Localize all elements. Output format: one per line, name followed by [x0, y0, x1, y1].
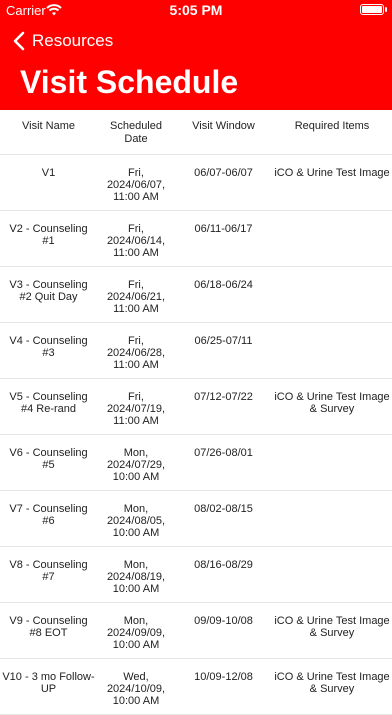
- scheduled-date-cell: Mon, 2024/07/29, 10:00 AM: [97, 434, 175, 491]
- table-row: V9 - Counseling #8 EOT Mon, 2024/09/09, …: [0, 602, 392, 659]
- required-items-cell: iCO & Urine Test Image: [272, 154, 392, 211]
- visit-window-cell: 08/16-08/29: [175, 546, 272, 603]
- visit-window-cell: 08/02-08/15: [175, 490, 272, 547]
- visit-name-cell: V8 - Counseling #7: [0, 546, 97, 603]
- battery-icon: [360, 4, 387, 15]
- visit-schedule-table: Visit Name Scheduled Date Visit Window R…: [0, 110, 392, 715]
- status-time: 5:05 PM: [169, 2, 223, 18]
- table-header-row: Visit Name Scheduled Date Visit Window R…: [0, 110, 392, 155]
- visit-name-cell: V2 - Counseling #1: [0, 210, 97, 267]
- table-row: V3 - Counseling #2 Quit Day Fri, 2024/06…: [0, 266, 392, 323]
- visit-window-cell: 10/09-12/08: [175, 658, 272, 715]
- scheduled-date-cell: Fri, 2024/06/28, 11:00 AM: [97, 322, 175, 379]
- scheduled-date-cell: Mon, 2024/09/09, 10:00 AM: [97, 602, 175, 659]
- column-header-scheduled-date: Scheduled Date: [97, 110, 175, 155]
- visit-name-cell: V3 - Counseling #2 Quit Day: [0, 266, 97, 323]
- table-row: V2 - Counseling #1 Fri, 2024/06/14, 11:0…: [0, 210, 392, 267]
- visit-name-cell: V6 - Counseling #5: [0, 434, 97, 491]
- visit-name-cell: V4 - Counseling #3: [0, 322, 97, 379]
- visit-name-cell: V9 - Counseling #8 EOT: [0, 602, 97, 659]
- required-items-cell: iCO & Urine Test Image & Survey: [272, 602, 392, 659]
- scheduled-date-cell: Fri, 2024/06/21, 11:00 AM: [97, 266, 175, 323]
- table-row: V6 - Counseling #5 Mon, 2024/07/29, 10:0…: [0, 434, 392, 491]
- column-header-required-items: Required Items: [272, 110, 392, 155]
- visit-window-cell: 06/11-06/17: [175, 210, 272, 267]
- required-items-cell: iCO & Urine Test Image & Survey: [272, 658, 392, 715]
- required-items-cell: [272, 434, 392, 491]
- visit-name-cell: V7 - Counseling #6: [0, 490, 97, 547]
- scheduled-date-cell: Wed, 2024/10/09, 10:00 AM: [97, 658, 175, 715]
- visit-name-cell: V10 - 3 mo Follow-UP: [0, 658, 97, 715]
- column-header-visit-window: Visit Window: [175, 110, 272, 155]
- visit-window-cell: 07/26-08/01: [175, 434, 272, 491]
- visit-name-cell: V5 - Counseling #4 Re-rand: [0, 378, 97, 435]
- visit-window-cell: 06/07-06/07: [175, 154, 272, 211]
- scheduled-date-cell: Fri, 2024/06/07, 11:00 AM: [97, 154, 175, 211]
- page-title: Visit Schedule: [20, 64, 239, 100]
- scheduled-date-cell: Fri, 2024/07/19, 11:00 AM: [97, 378, 175, 435]
- required-items-cell: [272, 210, 392, 267]
- visit-window-cell: 07/12-07/22: [175, 378, 272, 435]
- visit-window-cell: 06/25-07/11: [175, 322, 272, 379]
- table-row: V4 - Counseling #3 Fri, 2024/06/28, 11:0…: [0, 322, 392, 379]
- visit-window-cell: 06/18-06/24: [175, 266, 272, 323]
- status-bar: Carrier 5:05 PM: [0, 0, 392, 22]
- table-row: V5 - Counseling #4 Re-rand Fri, 2024/07/…: [0, 378, 392, 435]
- scheduled-date-cell: Fri, 2024/06/14, 11:00 AM: [97, 210, 175, 267]
- table-row: V7 - Counseling #6 Mon, 2024/08/05, 10:0…: [0, 490, 392, 547]
- required-items-cell: iCO & Urine Test Image & Survey: [272, 378, 392, 435]
- table-row: V1 Fri, 2024/06/07, 11:00 AM 06/07-06/07…: [0, 154, 392, 211]
- chevron-left-icon: [13, 31, 25, 51]
- scheduled-date-cell: Mon, 2024/08/05, 10:00 AM: [97, 490, 175, 547]
- visit-window-cell: 09/09-10/08: [175, 602, 272, 659]
- required-items-cell: [272, 266, 392, 323]
- required-items-cell: [272, 490, 392, 547]
- back-button[interactable]: Resources: [10, 28, 113, 54]
- required-items-cell: [272, 322, 392, 379]
- scheduled-date-cell: Mon, 2024/08/19, 10:00 AM: [97, 546, 175, 603]
- back-button-label: Resources: [32, 31, 114, 50]
- column-header-visit-name: Visit Name: [0, 110, 97, 155]
- nav-header: Carrier 5:05 PM Resources Visit Schedule: [0, 0, 392, 110]
- table-row: V8 - Counseling #7 Mon, 2024/08/19, 10:0…: [0, 546, 392, 603]
- table-row: V10 - 3 mo Follow-UP Wed, 2024/10/09, 10…: [0, 658, 392, 715]
- required-items-cell: [272, 546, 392, 603]
- visit-name-cell: V1: [0, 154, 97, 211]
